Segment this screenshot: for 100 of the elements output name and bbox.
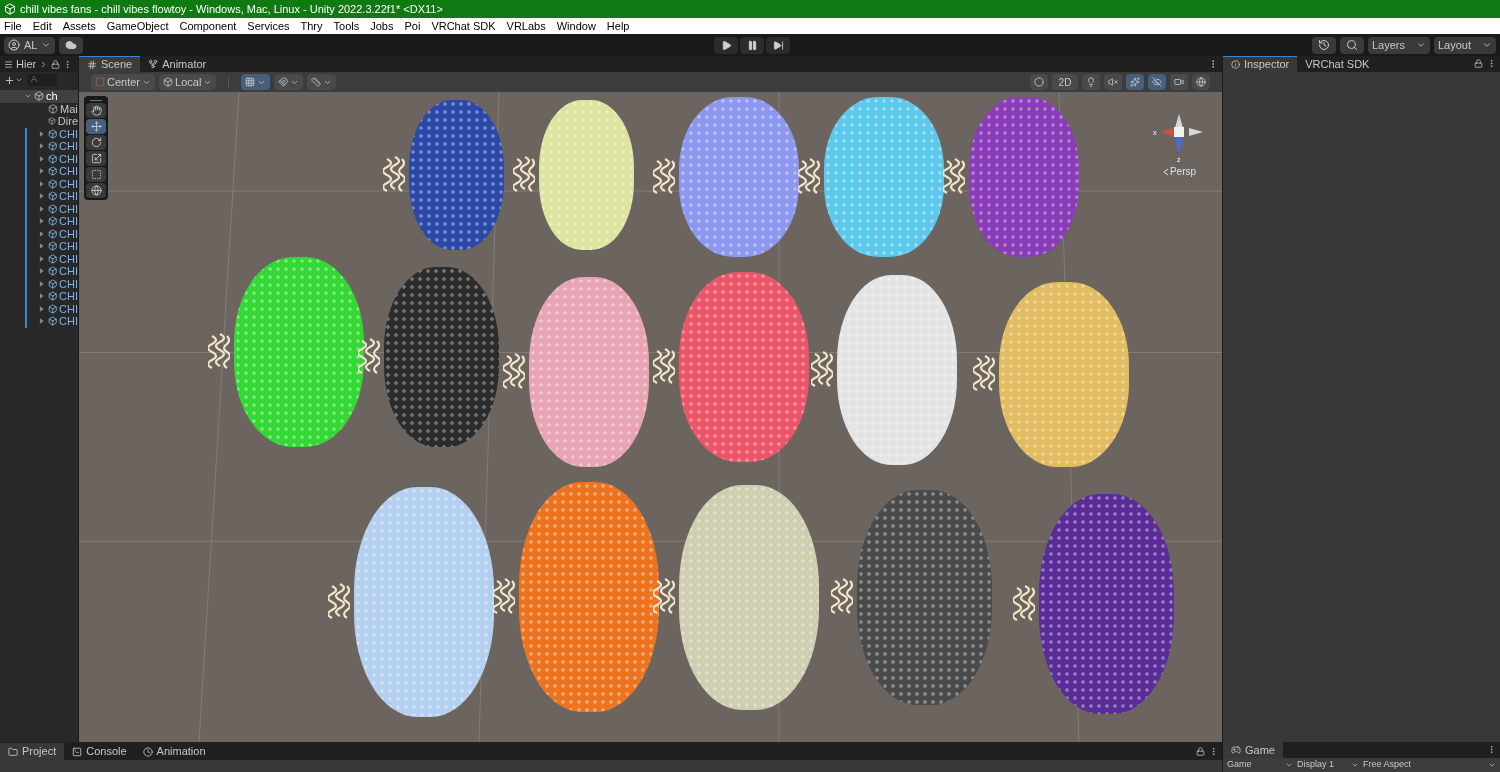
squiggle-icon [513,155,535,195]
more-icon[interactable] [1209,747,1218,756]
expand-arrow-icon[interactable] [38,317,46,326]
tree-item[interactable]: CHI [0,140,78,153]
tree-item[interactable]: CHI [0,265,78,278]
more-icon[interactable] [1487,745,1496,754]
panel-tab[interactable]: Console [64,743,135,760]
menu-item[interactable]: File [4,17,22,35]
menu-item[interactable]: Services [247,17,290,35]
scale-tool[interactable] [86,151,106,166]
expand-arrow-icon[interactable] [38,167,46,176]
tree-item[interactable]: CHI [0,215,78,228]
effects-toggle[interactable] [1126,74,1144,90]
add-button[interactable] [4,74,23,86]
history-button[interactable] [1312,36,1336,54]
expand-arrow-icon[interactable] [38,267,46,276]
search-field[interactable]: A [27,74,57,86]
expand-arrow-icon[interactable] [38,217,46,226]
tree-item[interactable]: CHI [0,302,78,315]
lock-icon[interactable] [51,59,61,69]
expand-arrow-icon[interactable] [38,129,46,138]
pivot-dropdown[interactable]: Center [91,74,156,90]
move-tool[interactable] [86,119,106,134]
menu-item[interactable]: Edit [32,17,52,35]
projection-toggle[interactable]: Persp [1161,164,1197,179]
expand-arrow-icon[interactable] [38,242,46,251]
account-dropdown[interactable]: AL [4,36,56,54]
panel-tab[interactable]: Animator [140,56,215,72]
tree-item[interactable]: CHI [0,315,78,328]
increment-toggle[interactable] [307,74,337,90]
step-button[interactable] [766,36,790,54]
view-dropdown[interactable]: Game [1227,758,1293,772]
more-icon[interactable] [1487,59,1496,68]
lock-icon[interactable] [1196,747,1205,756]
layers-dropdown[interactable]: Layers [1368,36,1430,54]
tree-item[interactable]: CHI [0,127,78,140]
expand-arrow-icon[interactable] [38,229,46,238]
menu-item[interactable]: Jobs [370,17,394,35]
expand-arrow-icon[interactable] [38,304,46,313]
expand-arrow-icon[interactable] [38,254,46,263]
tree-item[interactable]: Dire [0,115,78,128]
panel-tab[interactable]: Project [0,743,65,760]
hidden-toggle[interactable] [1148,74,1166,90]
panel-tab[interactable]: Scene [79,56,141,72]
tree-item[interactable]: CHI [0,252,78,265]
menu-item[interactable]: Tools [333,17,360,35]
menu-item[interactable]: Thry [300,17,323,35]
cube-icon [47,191,58,202]
dimension-toggle[interactable]: 2D [1052,74,1078,90]
audio-toggle[interactable] [1104,74,1122,90]
tree-item[interactable]: CHI [0,190,78,203]
expand-arrow-icon[interactable] [38,142,46,151]
space-dropdown[interactable]: Local [159,74,217,90]
panel-tab[interactable]: Inspector [1223,56,1298,72]
expand-arrow-icon[interactable] [38,179,46,188]
tree-item[interactable]: Mai [0,102,78,115]
menu-item[interactable]: GameObject [106,17,169,35]
tree-item[interactable]: CHI [0,177,78,190]
tree-item[interactable]: CHI [0,277,78,290]
aspect-dropdown[interactable]: Free Aspect [1363,758,1496,772]
hand-tool[interactable] [86,103,106,118]
globe-icon [90,185,102,196]
transform-tool[interactable] [86,183,106,198]
grid-toggle[interactable] [241,74,271,90]
tree-item[interactable]: CHI [0,165,78,178]
layout-dropdown[interactable]: Layout [1434,36,1496,54]
panel-tab[interactable]: Game [1223,742,1283,758]
cloud-button[interactable] [59,36,84,54]
pause-button[interactable] [740,36,764,54]
snap-toggle[interactable] [274,74,304,90]
search-button[interactable] [1340,36,1364,54]
camera-toggle[interactable] [1170,74,1188,90]
menu-item[interactable]: VRLabs [506,17,546,35]
panel-tab[interactable]: Animation [134,743,214,760]
expand-arrow-icon[interactable] [38,154,46,163]
menu-item[interactable]: Assets [62,17,96,35]
expand-arrow-icon[interactable] [38,192,46,201]
rect-tool[interactable] [86,167,106,182]
gizmos-toggle[interactable] [1192,74,1210,90]
tree-item[interactable]: CHI [0,152,78,165]
display-dropdown[interactable]: Display 1 [1297,758,1359,772]
tree-item[interactable]: CHI [0,227,78,240]
tree-item[interactable]: ch [0,90,78,103]
expand-arrow-icon[interactable] [38,292,46,301]
menu-item[interactable]: Help [606,17,630,35]
expand-arrow-icon[interactable] [38,204,46,213]
tree-item[interactable]: CHI [0,240,78,253]
shading-toggle[interactable] [1030,74,1048,90]
menu-item[interactable]: Component [179,17,237,35]
expand-arrow-icon[interactable] [38,279,46,288]
rotate-tool[interactable] [86,135,106,150]
panel-tab[interactable]: VRChat SDK [1297,56,1378,72]
play-button[interactable] [714,36,738,54]
tree-item[interactable]: CHI [0,202,78,215]
menu-item[interactable]: Window [556,17,596,35]
menu-item[interactable]: Poi [404,17,421,35]
menu-item[interactable]: VRChat SDK [431,17,496,35]
lock-icon[interactable] [1474,59,1483,68]
tree-item[interactable]: CHI [0,290,78,303]
light-toggle[interactable] [1082,74,1100,90]
